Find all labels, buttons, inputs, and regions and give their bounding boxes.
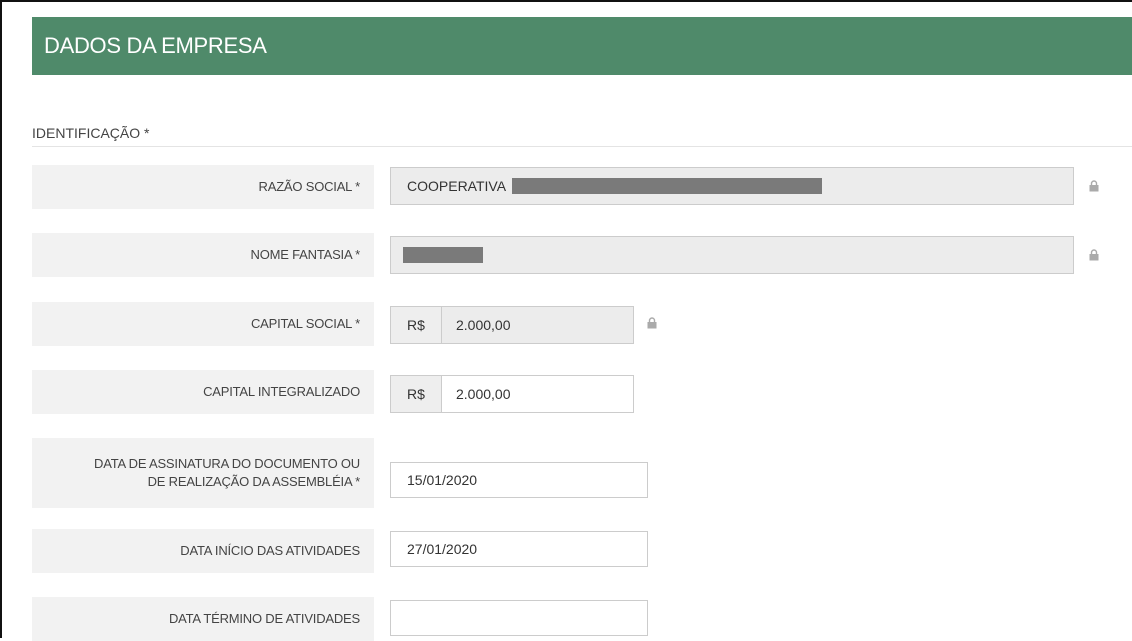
identification-title: IDENTIFICAÇÃO *: [32, 125, 150, 141]
data-termino-label: DATA TÉRMINO DE ATIVIDADES: [32, 597, 374, 641]
window-border-top: [0, 0, 1132, 2]
capital-social-label: CAPITAL SOCIAL *: [32, 302, 374, 346]
data-assinatura-input[interactable]: 15/01/2020: [390, 462, 648, 498]
currency-addon: R$: [390, 375, 442, 413]
razao-social-label: RAZÃO SOCIAL *: [32, 165, 374, 209]
razao-social-field[interactable]: COOPERATIVA: [390, 167, 1074, 205]
currency-addon: R$: [390, 306, 442, 344]
section-header: DADOS DA EMPRESA: [32, 17, 1132, 75]
data-inicio-label: DATA INÍCIO DAS ATIVIDADES: [32, 529, 374, 573]
redacted-block: [512, 178, 823, 194]
capital-social-field[interactable]: 2.000,00: [441, 306, 634, 344]
data-termino-input[interactable]: [390, 600, 648, 636]
lock-icon: [1089, 180, 1099, 192]
section-divider: [32, 146, 1132, 147]
razao-social-value: COOPERATIVA: [407, 178, 507, 194]
data-assinatura-label: DATA DE ASSINATURA DO DOCUMENTO OU DE RE…: [32, 438, 374, 508]
lock-icon: [647, 317, 657, 329]
nome-fantasia-label: NOME FANTASIA *: [32, 233, 374, 277]
data-assinatura-label-line1: DATA DE ASSINATURA DO DOCUMENTO OU: [94, 456, 360, 471]
redacted-block: [403, 247, 483, 263]
data-assinatura-label-line2: DE REALIZAÇÃO DA ASSEMBLÉIA *: [147, 474, 361, 489]
nome-fantasia-field[interactable]: [390, 236, 1074, 274]
lock-icon: [1089, 249, 1099, 261]
capital-integralizado-input[interactable]: 2.000,00: [441, 375, 634, 413]
capital-integralizado-label: CAPITAL INTEGRALIZADO: [32, 370, 374, 414]
window-border-left: [0, 0, 2, 638]
data-inicio-input[interactable]: 27/01/2020: [390, 531, 648, 567]
